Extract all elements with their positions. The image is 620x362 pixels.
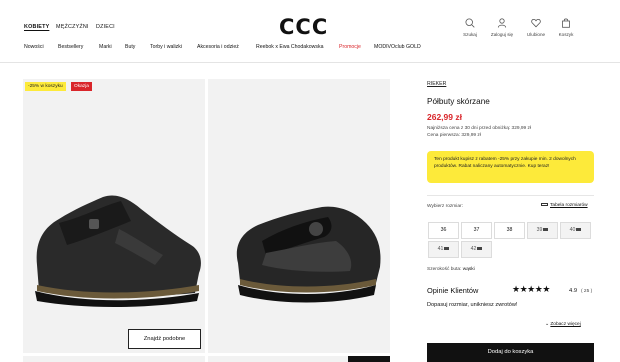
envelope-icon xyxy=(444,247,450,251)
product-name: Półbuty skórzane xyxy=(427,97,490,106)
envelope-icon xyxy=(576,228,582,232)
nav-modivoclub-gold[interactable]: MODIVOclub GOLD xyxy=(374,44,421,50)
add-to-cart-button[interactable]: Dodaj do koszyka xyxy=(427,343,594,362)
bag-icon xyxy=(562,18,570,28)
star-icon: ★ xyxy=(527,284,535,294)
search-label: Szukaj xyxy=(463,32,477,37)
chevron-down-icon: ⌄ xyxy=(545,322,550,327)
review-count: ( 25 ) xyxy=(581,289,593,294)
size-table-link[interactable]: Tabela rozmiarów xyxy=(541,203,588,208)
nav-buty[interactable]: Buty xyxy=(125,44,135,50)
nav-nowosci[interactable]: Nowości xyxy=(24,44,44,50)
product-photo-2[interactable] xyxy=(208,79,390,353)
thumbnail-strip-1 xyxy=(23,356,205,362)
shoe-angle-image xyxy=(236,206,381,303)
size-39[interactable]: 39 xyxy=(527,222,558,239)
size-42[interactable]: 42 xyxy=(461,241,492,258)
tab-dzieci[interactable]: DZIECI xyxy=(96,24,115,30)
size-42-label: 42 xyxy=(470,246,477,252)
size-36[interactable]: 36 xyxy=(428,222,459,239)
find-similar-button[interactable]: Znajdź podobne xyxy=(128,329,201,349)
width-label: Szerokość buta: xyxy=(427,267,462,272)
size-40[interactable]: 40 xyxy=(560,222,591,239)
nav-marki[interactable]: Marki xyxy=(99,44,112,50)
envelope-icon xyxy=(477,247,483,251)
divider xyxy=(427,195,594,196)
lowest-price-note: Najniższa cena z 30 dni przed obniżką: 3… xyxy=(427,126,531,131)
nav-bestsellery[interactable]: Bestsellery xyxy=(58,44,83,50)
thumbnail-dark xyxy=(348,356,390,362)
nav-akcesoria-i-odziez[interactable]: Akcesoria i odzież xyxy=(197,44,239,50)
size-37[interactable]: 37 xyxy=(461,222,492,239)
rating-value: 4.9 xyxy=(569,288,578,294)
size-41-label: 41 xyxy=(437,246,444,252)
nav-reebok[interactable]: Reebok x Ewa Chodakowska xyxy=(256,44,323,50)
user-icon xyxy=(497,18,507,28)
first-price-note: Cena pierwsza: 329,99 zł xyxy=(427,133,481,138)
tab-mezczyzni[interactable]: MĘŻCZYŹNI xyxy=(56,24,89,30)
favorites-label: Ulubione xyxy=(526,32,546,37)
header-divider xyxy=(0,62,620,63)
size-40-label: 40 xyxy=(569,227,576,233)
discount-badge: -25% w koszyku xyxy=(25,82,66,91)
cart-label: Koszyk xyxy=(558,32,574,37)
shoe-width: Szerokość buta: wąski xyxy=(427,267,475,272)
promo-banner: Ten produkt kupisz z rabatem -25% przy z… xyxy=(427,151,594,183)
nav-torby-i-walizki[interactable]: Torby i walizki xyxy=(150,44,182,50)
size-table-label: Tabela rozmiarów xyxy=(550,203,588,208)
product-photo-1[interactable] xyxy=(23,79,205,353)
brand-link[interactable]: RIEKER xyxy=(427,81,446,87)
heart-icon xyxy=(531,18,541,28)
width-value: wąski xyxy=(462,267,475,272)
search-icon xyxy=(465,18,475,28)
login-label: Zaloguj się xyxy=(490,32,514,37)
reviews-title: Opinie Klientów xyxy=(427,286,479,295)
size-39-label: 39 xyxy=(536,227,543,233)
login-button[interactable]: Zaloguj się xyxy=(487,18,517,37)
okazja-badge: Okazja xyxy=(71,82,92,91)
fit-hint: Dopasuj rozmiar, unikniesz zwrotów! xyxy=(427,302,518,308)
see-more-label: Zobacz więcej xyxy=(550,322,581,327)
envelope-icon xyxy=(543,228,549,232)
star-icon: ★ xyxy=(542,284,550,294)
shoe-side-image xyxy=(35,195,201,307)
size-38[interactable]: 38 xyxy=(494,222,525,239)
star-icon: ★ xyxy=(512,284,520,294)
favorites-button[interactable]: Ulubione xyxy=(521,18,551,37)
ruler-icon xyxy=(541,203,548,207)
nav-promocje[interactable]: Promocje xyxy=(339,44,361,50)
choose-size-label: Wybierz rozmiar: xyxy=(427,204,463,209)
rating-stars[interactable]: ★★★★★ xyxy=(512,284,550,295)
ccc-logo[interactable]: CCC xyxy=(279,15,328,39)
cart-button[interactable]: Koszyk xyxy=(551,18,581,37)
tab-kobiety[interactable]: KOBIETY xyxy=(24,24,49,30)
search-button[interactable]: Szukaj xyxy=(455,18,485,37)
see-more-link[interactable]: ⌄ Zobacz więcej xyxy=(545,322,581,327)
size-41[interactable]: 41 xyxy=(428,241,459,258)
product-price: 262,99 zł xyxy=(427,112,462,122)
